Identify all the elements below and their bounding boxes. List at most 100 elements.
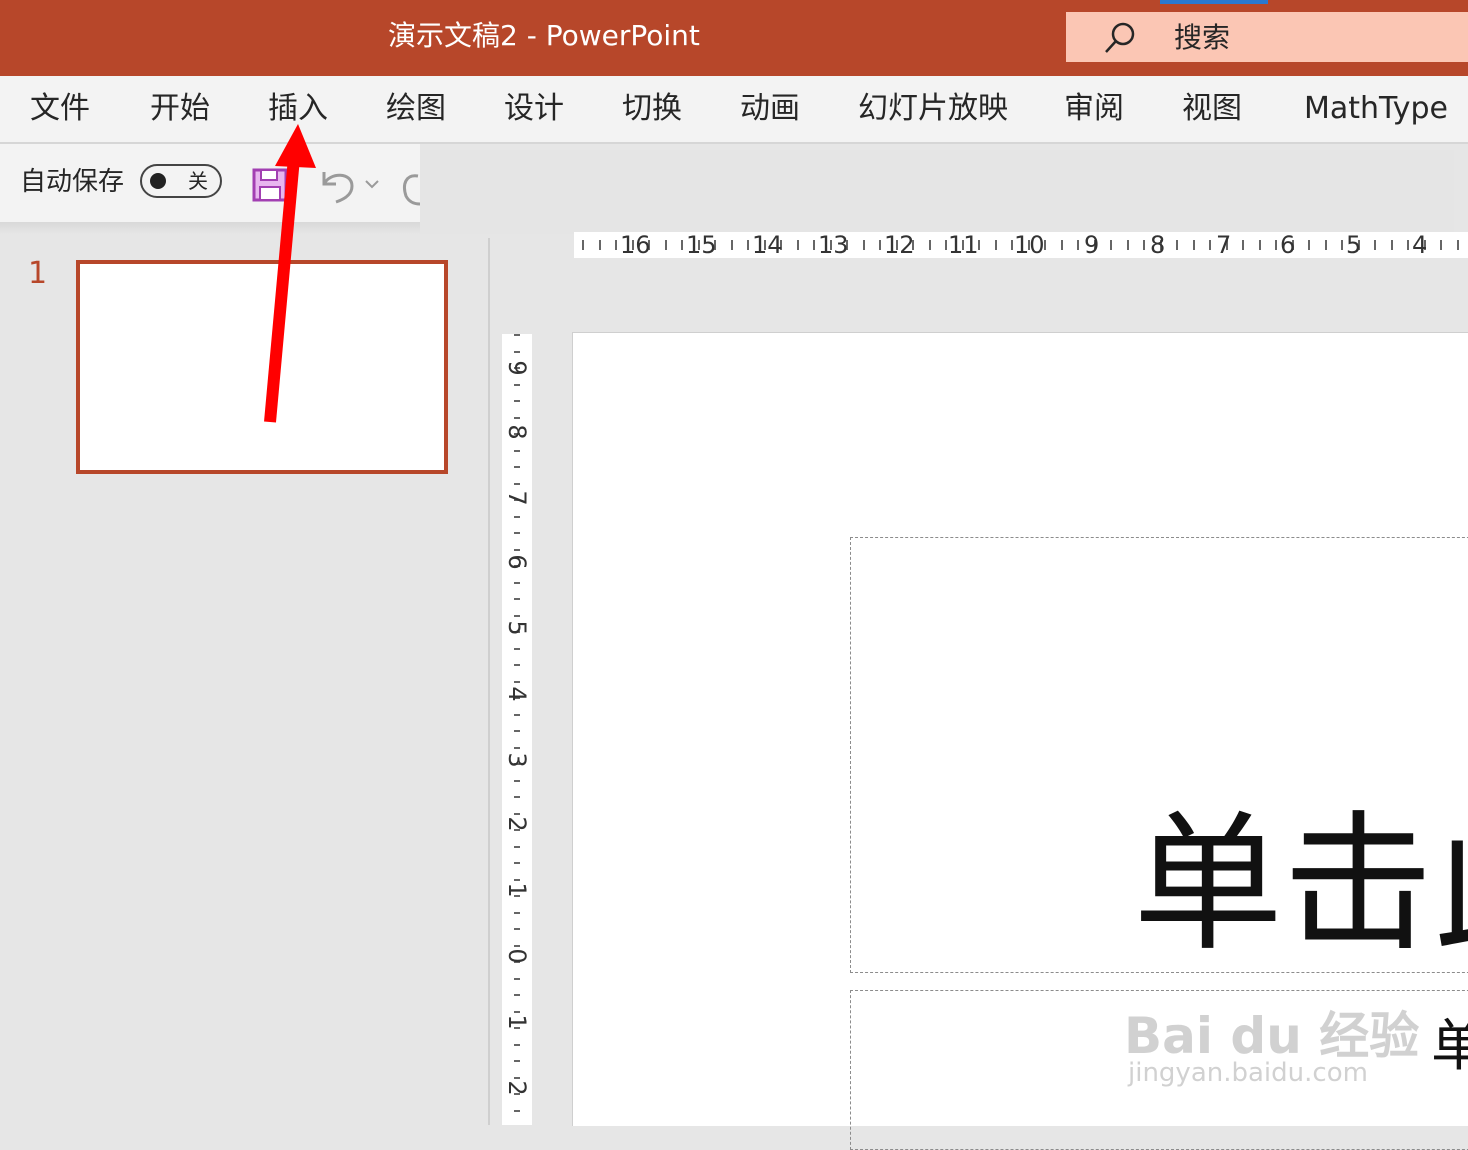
ruler-tick — [514, 1060, 520, 1062]
ruler-tick — [1440, 240, 1442, 250]
autosave-toggle[interactable]: 关 — [140, 164, 222, 198]
ruler-label: 7 — [1216, 231, 1232, 259]
ruler-label: 15 — [686, 231, 717, 259]
tab-mathtype[interactable]: MathType — [1304, 76, 1448, 142]
ruler-tick — [1060, 240, 1063, 250]
ruler-tick — [598, 240, 601, 250]
ruler-tick — [514, 845, 520, 848]
tab-design[interactable]: 设计 — [504, 76, 564, 142]
ruler-label: 12 — [884, 231, 915, 259]
chevron-down-icon[interactable] — [364, 178, 380, 190]
tab-transitions[interactable]: 切换 — [622, 76, 682, 142]
ruler-tick — [514, 400, 520, 402]
redo-icon[interactable] — [400, 166, 420, 206]
ruler-label: 5 — [503, 620, 531, 636]
ruler-tick — [514, 334, 520, 336]
tab-animations[interactable]: 动画 — [740, 76, 800, 142]
subtitle-placeholder[interactable]: 单 — [850, 990, 1468, 1150]
save-icon[interactable] — [252, 168, 288, 202]
ruler-tick — [681, 240, 683, 250]
ruler-tick — [1390, 240, 1393, 250]
title-bar: 演示文稿2 - PowerPoint 搜索 — [0, 0, 1468, 76]
ruler-label: 4 — [503, 686, 531, 702]
ruler-tick — [1110, 240, 1112, 250]
undo-icon[interactable] — [318, 166, 358, 204]
ruler-tick — [514, 928, 520, 930]
ruler-tick — [1242, 240, 1244, 250]
ruler-tick — [514, 730, 520, 732]
pane-divider[interactable] — [488, 238, 490, 1125]
ruler-tick — [514, 581, 520, 584]
ruler-tick — [514, 977, 520, 980]
ribbon-tabs: 文件 开始 插入 绘图 设计 切换 动画 幻灯片放映 审阅 视图 MathTyp… — [0, 76, 1468, 144]
ruler-label: 1 — [503, 1014, 531, 1030]
slide-thumbnail-number: 1 — [28, 256, 48, 291]
ruler-tick — [994, 240, 997, 250]
tab-file[interactable]: 文件 — [30, 76, 90, 142]
ruler-tick — [928, 240, 931, 250]
ruler-tick — [514, 466, 520, 468]
ruler-tick — [514, 515, 520, 518]
slide-canvas[interactable]: 单击此 单 — [572, 332, 1468, 1150]
ruler-tick — [514, 713, 520, 716]
tab-home[interactable]: 开始 — [150, 76, 210, 142]
search-box[interactable]: 搜索 — [1066, 12, 1468, 62]
ruler-tick — [514, 532, 520, 534]
search-label: 搜索 — [1174, 21, 1231, 54]
ruler-tick — [514, 862, 520, 864]
ruler-tick — [1126, 240, 1129, 250]
ruler-label: 6 — [503, 554, 531, 570]
tab-slideshow[interactable]: 幻灯片放映 — [858, 76, 1008, 142]
search-icon — [1105, 22, 1135, 53]
ruler-label: 7 — [503, 490, 531, 506]
ruler-tick — [1077, 240, 1079, 250]
ruler-tick — [664, 240, 667, 250]
autosave-label: 自动保存 — [20, 167, 125, 197]
tab-view[interactable]: 视图 — [1182, 76, 1242, 142]
ruler-tick — [730, 240, 733, 250]
ruler-label: 1 — [503, 882, 531, 898]
ruler-tick — [1176, 240, 1178, 250]
horizontal-ruler[interactable]: 16 15 14 13 12 11 10 9 8 7 6 5 4 — [574, 232, 1468, 258]
ruler-tick — [582, 240, 584, 250]
window-title: 演示文稿2 - PowerPoint — [388, 19, 700, 52]
ruler-tick — [1209, 240, 1211, 250]
ruler-tick — [514, 911, 520, 914]
ruler-label: 2 — [503, 816, 531, 832]
ruler-label: 6 — [1280, 231, 1296, 259]
ruler-tick — [615, 240, 617, 250]
ruler-tick — [1258, 240, 1261, 250]
ruler-label: 11 — [948, 231, 979, 259]
ruler-tick — [1407, 240, 1409, 250]
toolbar-shadow — [0, 222, 420, 234]
ruler-tick — [1456, 240, 1459, 250]
quick-access-toolbar: 自动保存 关 — [0, 144, 420, 222]
title-placeholder[interactable]: 单击此 — [850, 537, 1468, 973]
ruler-tick — [945, 240, 947, 250]
ruler-label: 3 — [503, 752, 531, 768]
ruler-label: 4 — [1412, 231, 1428, 259]
ruler-label: 8 — [503, 424, 531, 440]
ruler-label: 9 — [503, 360, 531, 376]
tab-draw[interactable]: 绘图 — [386, 76, 446, 142]
autosave-state: 关 — [188, 169, 208, 193]
tab-insert[interactable]: 插入 — [268, 76, 328, 142]
ruler-label: 10 — [1014, 231, 1045, 259]
ruler-tick — [1143, 240, 1145, 250]
ruler-tick — [813, 240, 815, 250]
ruler-tick — [514, 796, 520, 798]
toggle-knob — [150, 173, 166, 189]
ruler-tick — [514, 449, 520, 452]
account-accent-bar — [1160, 0, 1268, 4]
ruler-label: 16 — [620, 231, 651, 259]
ruler-tick — [1308, 240, 1310, 250]
ruler-tick — [514, 598, 520, 600]
ruler-tick — [862, 240, 865, 250]
vertical-ruler[interactable]: 9 8 7 6 5 4 3 2 1 0 1 2 — [502, 334, 532, 1125]
slide-thumbnail[interactable] — [76, 260, 448, 474]
tab-review[interactable]: 审阅 — [1064, 76, 1124, 142]
collapsed-ribbon-area — [420, 150, 1454, 234]
ruler-tick — [1374, 240, 1376, 250]
ruler-tick — [747, 240, 749, 250]
ruler-tick — [879, 240, 881, 250]
